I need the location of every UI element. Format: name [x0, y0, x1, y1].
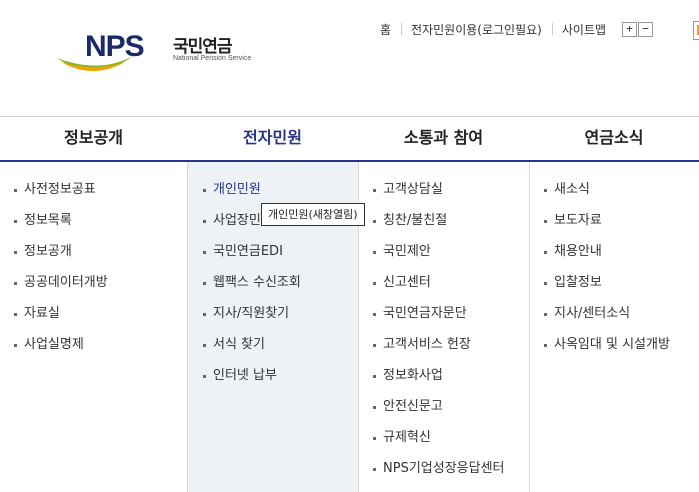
menu-item[interactable]: 정보공개 — [0, 240, 187, 271]
menu-item[interactable]: 국민제안 — [359, 240, 529, 271]
zoom-out-button[interactable]: − — [638, 21, 654, 37]
menu-item[interactable]: 사옥임대 및 시설개방 — [530, 333, 699, 364]
menu-item[interactable]: 서식 찾기 — [188, 333, 358, 364]
menu-item[interactable]: 정보화사업 — [359, 364, 529, 395]
sitemap-link[interactable]: 사이트맵 — [551, 21, 616, 38]
menu-item[interactable]: 안전신문고 — [359, 395, 529, 426]
menu-item[interactable]: 사업실명제 — [0, 333, 187, 364]
gnb-tab-pension-news[interactable]: 연금소식 — [529, 117, 699, 160]
menu-item[interactable]: 규제혁신 — [359, 426, 529, 457]
menu-item[interactable]: 새소식 — [530, 178, 699, 209]
nps-logo[interactable]: NPS 국민연금 National Pension Service — [55, 26, 265, 86]
menu-column-pension-news: 새소식 보도자료 채용안내 입찰정보 지사/센터소식 사옥임대 및 시설개방 — [529, 162, 699, 492]
gnb-tab-e-civil[interactable]: 전자민원 — [187, 117, 358, 160]
home-link[interactable]: 홈 — [370, 21, 401, 38]
logo-english-name: National Pension Service — [173, 55, 252, 62]
menu-item[interactable]: 채용안내 — [530, 240, 699, 271]
menu-item[interactable]: 웹팩스 수신조회 — [188, 271, 358, 302]
menu-item[interactable]: 국민연금자문단 — [359, 302, 529, 333]
menu-item[interactable]: 지사/센터소식 — [530, 302, 699, 333]
menu-item[interactable]: 공공데이터개방 — [0, 271, 187, 302]
gnb-tab-communication[interactable]: 소통과 참여 — [358, 117, 529, 160]
menu-item[interactable]: 국민연금EDI — [188, 240, 358, 271]
menu-column-info-disclosure: 사전정보공표 정보목록 정보공개 공공데이터개방 자료실 사업실명제 — [0, 162, 187, 492]
logo-korean-name: 국민연금 — [173, 37, 233, 57]
zoom-controls: + − — [622, 21, 654, 37]
site-header: NPS 국민연금 National Pension Service 홈 전자민원… — [0, 0, 699, 116]
menu-item[interactable]: 보도자료 — [530, 209, 699, 240]
menu-item[interactable]: 사전정보공표 — [0, 178, 187, 209]
menu-item[interactable]: 인터넷 납부 — [188, 364, 358, 395]
menu-item[interactable]: 고객상담실 — [359, 178, 529, 209]
menu-item[interactable]: 지사/직원찾기 — [188, 302, 358, 333]
menu-item[interactable]: 신고센터 — [359, 271, 529, 302]
menu-column-communication: 고객상담실 칭찬/불친절 국민제안 신고센터 국민연금자문단 고객서비스 헌장 … — [358, 162, 529, 492]
menu-item[interactable]: 자료실 — [0, 302, 187, 333]
utility-nav: 홈 전자민원이용(로그인필요) 사이트맵 + − — [370, 20, 654, 38]
extra-util-icon[interactable] — [693, 21, 699, 40]
logo-mark: NPS — [85, 30, 145, 63]
menu-item[interactable]: 고객서비스 헌장 — [359, 333, 529, 364]
global-nav: 정보공개 전자민원 소통과 참여 연금소식 — [0, 116, 699, 163]
menu-item[interactable]: 정보목록 — [0, 209, 187, 240]
e-civil-login-link[interactable]: 전자민원이용(로그인필요) — [401, 21, 552, 38]
tooltip: 개인민원(새창열림) — [261, 203, 365, 226]
menu-item[interactable]: 입찰정보 — [530, 271, 699, 302]
menu-item[interactable]: NPS기업성장응답센터 — [359, 457, 529, 488]
zoom-in-button[interactable]: + — [622, 21, 638, 37]
menu-item[interactable]: 칭찬/불친절 — [359, 209, 529, 240]
gnb-tab-info-disclosure[interactable]: 정보공개 — [0, 117, 187, 160]
